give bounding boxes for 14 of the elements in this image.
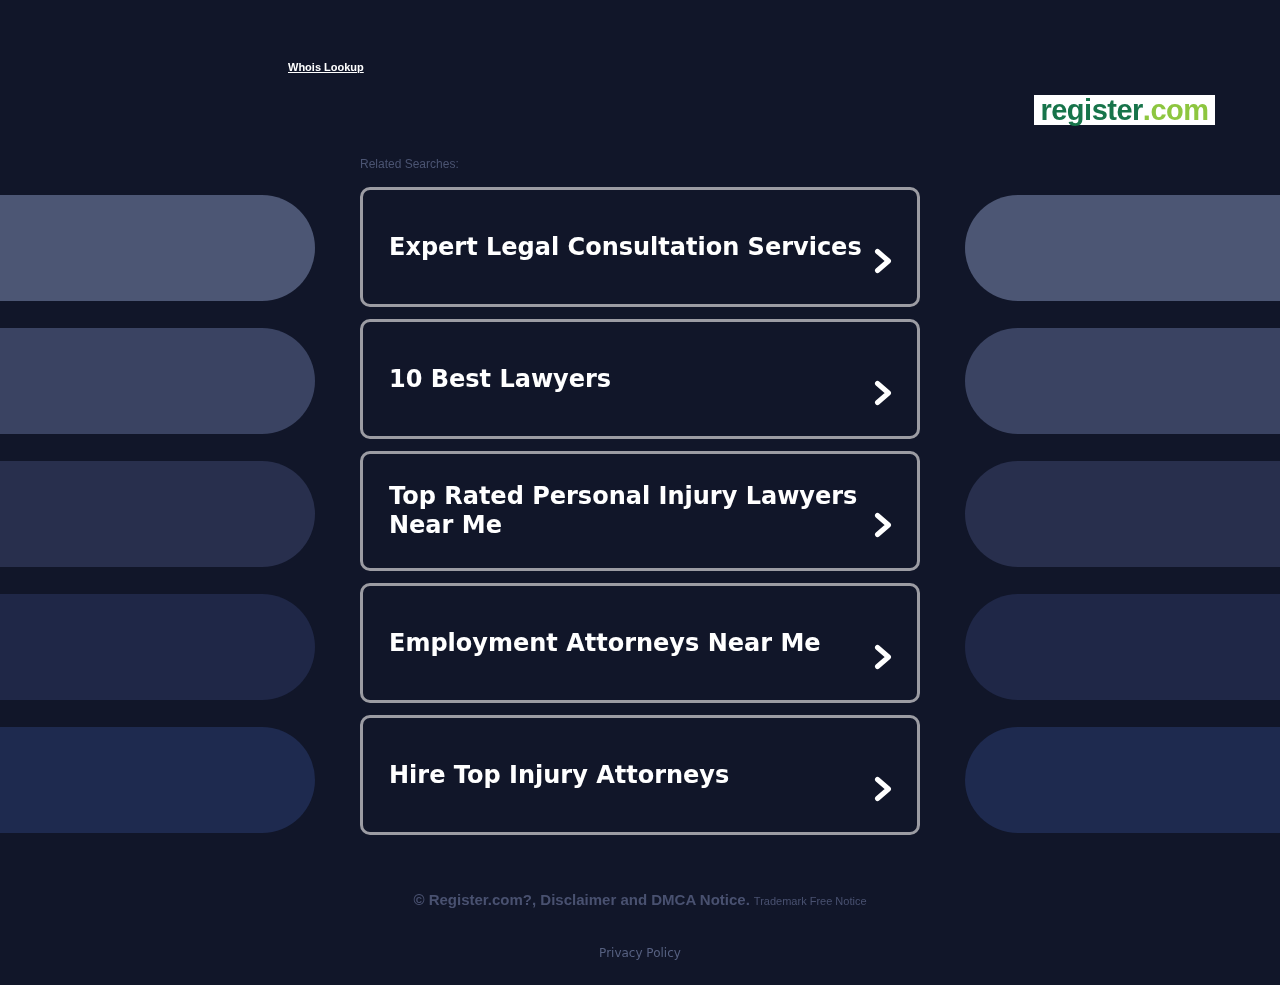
related-search-link[interactable]: Top Rated Personal Injury Lawyers Near Me bbox=[360, 451, 920, 571]
related-search-link[interactable]: Expert Legal Consultation Services bbox=[360, 187, 920, 307]
related-search-link[interactable]: Employment Attorneys Near Me bbox=[360, 583, 920, 703]
chevron-right-icon bbox=[874, 644, 892, 670]
register-logo: register.com bbox=[1034, 95, 1215, 125]
related-search-link[interactable]: 10 Best Lawyers bbox=[360, 319, 920, 439]
chevron-right-icon bbox=[874, 512, 892, 538]
related-searches-heading: Related Searches: bbox=[360, 157, 459, 171]
chevron-right-icon bbox=[874, 248, 892, 274]
related-search-link[interactable]: Hire Top Injury Attorneys bbox=[360, 715, 920, 835]
chevron-right-icon bbox=[874, 776, 892, 802]
copyright-notice: © Register.com?, Disclaimer and DMCA Notice. bbox=[413, 891, 750, 908]
chevron-right-icon bbox=[874, 380, 892, 406]
whois-lookup-link[interactable]: Whois Lookup bbox=[288, 61, 364, 73]
